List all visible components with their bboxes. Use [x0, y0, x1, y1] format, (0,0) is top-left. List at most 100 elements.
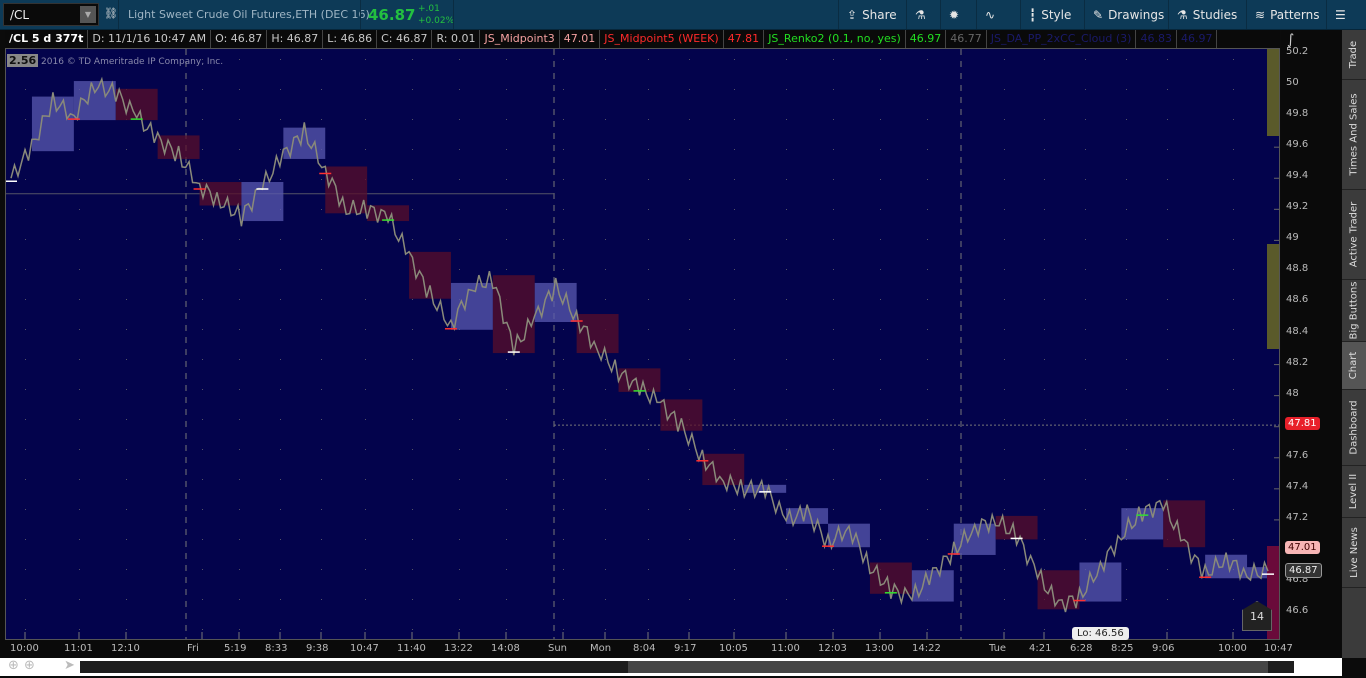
gear-button[interactable]: ✹	[940, 0, 967, 29]
grid-dot	[1126, 299, 1127, 300]
time-tick: Sun	[548, 643, 568, 654]
sidebar-tab-dashboard[interactable]: Dashboard	[1342, 390, 1366, 466]
grid-dot	[79, 389, 80, 390]
grid-dot	[280, 389, 281, 390]
grid-dot	[1004, 269, 1005, 270]
studies-button[interactable]: ⚗ Studies	[1168, 0, 1245, 29]
info-field: /CL 5 d 377t	[5, 30, 89, 48]
pulse-button[interactable]: ∿	[976, 0, 1003, 29]
grid-dot	[1126, 89, 1127, 90]
grid-dot	[202, 179, 203, 180]
horizontal-scrollbar[interactable]	[80, 661, 1294, 673]
grid-dot	[459, 209, 460, 210]
grid-dot	[126, 269, 127, 270]
grid-dot	[25, 539, 26, 540]
grid-dot	[1044, 209, 1045, 210]
share-button[interactable]: ⇪ Share	[838, 0, 905, 29]
grid-dot	[202, 479, 203, 480]
grid-dot	[648, 629, 649, 630]
grid-dot	[1004, 89, 1005, 90]
grid-dot	[79, 629, 80, 630]
sidebar-tab-chart[interactable]: Chart	[1342, 342, 1366, 390]
grid-dot	[321, 599, 322, 600]
grid-dot	[412, 329, 413, 330]
patterns-button[interactable]: ≋ Patterns	[1246, 0, 1328, 29]
grid-dot	[1044, 239, 1045, 240]
grid-dot	[689, 59, 690, 60]
grid-dot	[79, 419, 80, 420]
volume-profile-bar	[1267, 244, 1279, 349]
time-tick: 10:47	[350, 643, 379, 654]
grid-dot	[1085, 509, 1086, 510]
grid-dot	[786, 89, 787, 90]
grid-dot	[506, 59, 507, 60]
grid-dot	[734, 389, 735, 390]
grid-dot	[1004, 569, 1005, 570]
copyright-text: 2.56 2016 © TD Ameritrade IP Company, In…	[7, 54, 223, 67]
chevron-down-icon[interactable]: ▼	[80, 6, 96, 23]
grid-dot	[689, 299, 690, 300]
grid-dot	[648, 359, 649, 360]
grid-dot	[648, 599, 649, 600]
grid-dot	[321, 59, 322, 60]
sidebar-tab-active-trader[interactable]: Active Trader	[1342, 190, 1366, 280]
menu-button[interactable]: ☰	[1326, 0, 1354, 29]
scrollbar-thumb[interactable]	[628, 661, 1268, 673]
right-sidebar: Trade Times And Sales Active Trader Big But…	[1342, 30, 1366, 658]
grid-dot	[563, 539, 564, 540]
time-tick: 13:00	[865, 643, 894, 654]
style-button[interactable]: ┇ Style	[1020, 0, 1079, 29]
grid-dot	[563, 59, 564, 60]
sidebar-tab-live-news[interactable]: Live News	[1342, 518, 1366, 588]
grid-dot	[689, 599, 690, 600]
grid-dot	[280, 449, 281, 450]
grid-dot	[689, 629, 690, 630]
link-icon[interactable]: ⛓	[104, 7, 118, 20]
info-field: O: 46.87	[211, 30, 268, 48]
grid-dot	[880, 509, 881, 510]
grid-dot	[365, 239, 366, 240]
price-chart[interactable]: 2.56 2016 © TD Ameritrade IP Company, In…	[5, 48, 1289, 640]
grid-dot	[927, 539, 928, 540]
grid-dot	[202, 359, 203, 360]
grid-dot	[412, 59, 413, 60]
symbol-selector[interactable]: /CL ▼	[3, 3, 99, 26]
sidebar-tab-level-ii[interactable]: Level II	[1342, 466, 1366, 518]
grid-dot	[1126, 449, 1127, 450]
grid-dot	[126, 299, 127, 300]
grid-dot	[1167, 239, 1168, 240]
time-axis[interactable]: 10:00 11:01 12:10 Fri 5:19 8:33 9:38 10:47 11:40…	[0, 640, 1293, 658]
sidebar-tab-trade[interactable]: Trade	[1342, 30, 1366, 80]
drawings-button[interactable]: ✎ Drawings	[1084, 0, 1172, 29]
price-axis[interactable]: ∫ 50.2 50 49.8 49.6 49.4 49.2 49 48.8 48.6 48.4 48.…	[1281, 30, 1341, 658]
time-tick: 10:47	[1264, 643, 1293, 654]
cursor-icon[interactable]: ➤	[64, 658, 75, 673]
crosshair-icon[interactable]: ⊕	[8, 658, 19, 673]
grid-dot	[1085, 149, 1086, 150]
sidebar-tab-label: Dashboard	[1348, 400, 1360, 455]
grid-dot	[459, 89, 460, 90]
price-tick: 50	[1286, 77, 1299, 89]
grid-dot	[648, 479, 649, 480]
grid-dot	[734, 629, 735, 630]
grid-dot	[126, 209, 127, 210]
grid-dot	[1044, 629, 1045, 630]
grid-dot	[927, 149, 928, 150]
grid-dot	[1004, 629, 1005, 630]
grid-dot	[605, 479, 606, 480]
grid-dot	[1233, 629, 1234, 630]
grid-dot	[202, 149, 203, 150]
grid-dot	[506, 269, 507, 270]
grid-dot	[459, 629, 460, 630]
zoom-icon[interactable]: ⊕	[24, 658, 35, 673]
grid-dot	[833, 89, 834, 90]
sidebar-tab-times-and-sales[interactable]: Times And Sales	[1342, 80, 1366, 190]
flask-button[interactable]: ⚗	[906, 0, 934, 29]
grid-dot	[927, 119, 928, 120]
grid-dot	[648, 269, 649, 270]
sidebar-tab-big-buttons[interactable]: Big Buttons	[1342, 280, 1366, 342]
grid-dot	[321, 359, 322, 360]
grid-dot	[25, 269, 26, 270]
grid-dot	[1044, 419, 1045, 420]
grid-dot	[605, 629, 606, 630]
